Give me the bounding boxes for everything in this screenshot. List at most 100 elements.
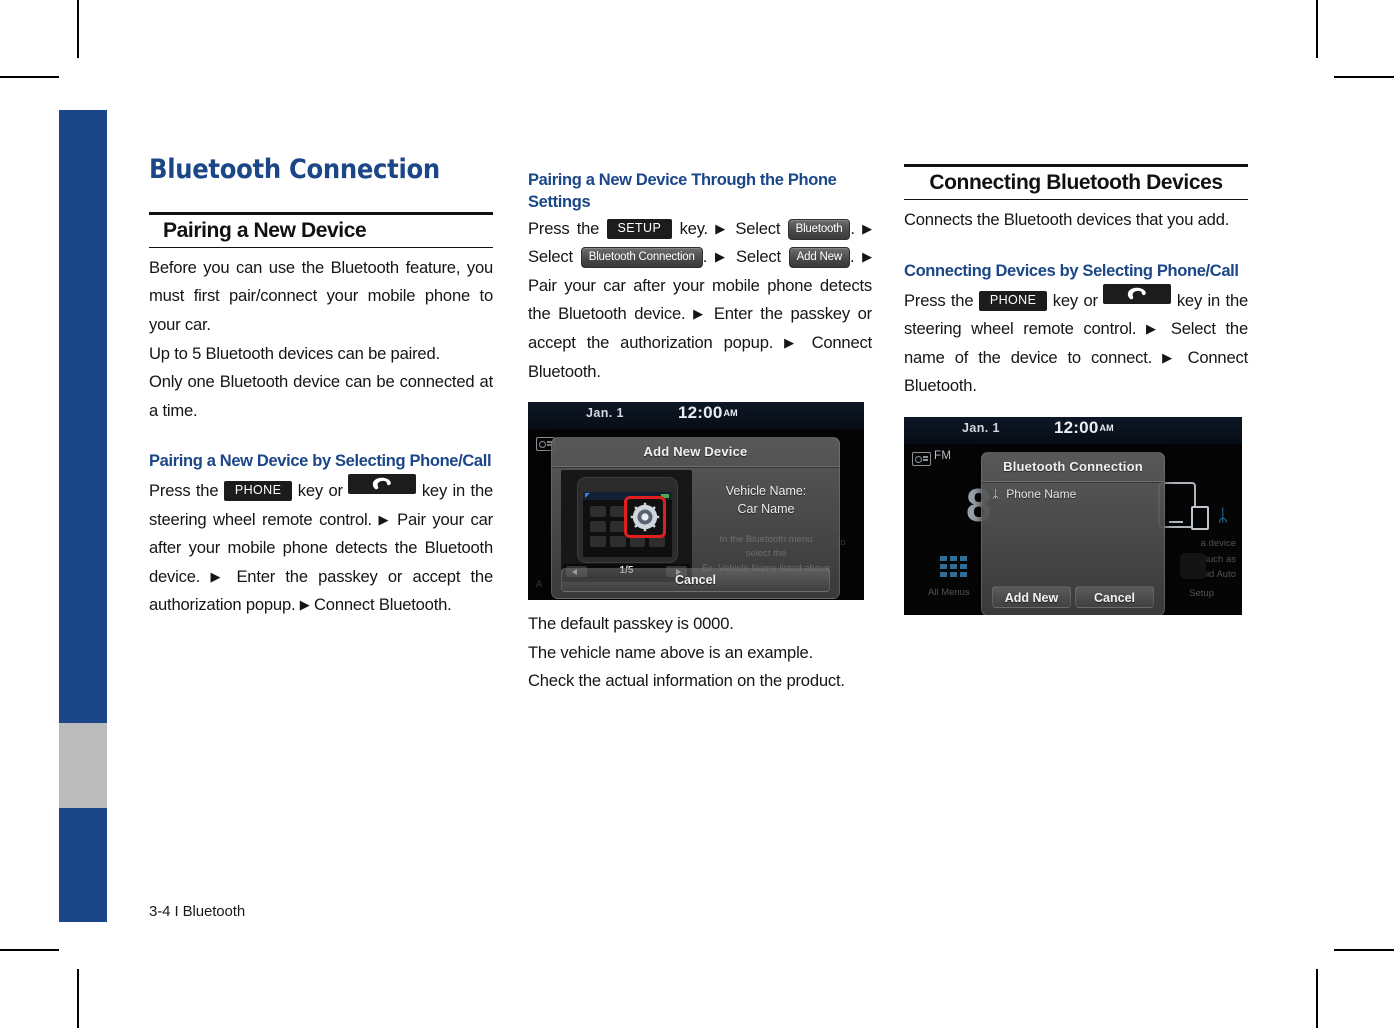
text-step-4: Connect Bluetooth. — [309, 595, 452, 615]
menu-dot — [940, 571, 947, 577]
paragraph-connecting-steps: Press the PHONE key or key in the steeri… — [904, 283, 1248, 401]
all-menus-icon[interactable] — [940, 555, 967, 577]
dialog-add-new-button[interactable]: Add New — [992, 585, 1071, 608]
phone-preview-panel: 1/5 — [561, 470, 692, 583]
step-arrow-2: ▶ — [210, 568, 227, 584]
phone-key-badge[interactable]: PHONE — [978, 290, 1048, 311]
step-arrow-1: ▶ — [1146, 321, 1162, 337]
text-dot-2: . — [702, 247, 715, 267]
text-dot-3: . — [849, 247, 863, 267]
setup-gear-icon[interactable] — [1180, 552, 1206, 579]
paired-device-name: Phone Name — [1006, 486, 1077, 501]
screenshot-time-value: 12:00 — [678, 403, 723, 423]
step-arrow-3: ▶ — [714, 249, 729, 265]
paragraph-pairing-steps: Press the PHONE key or key in the steeri… — [149, 474, 493, 620]
radio-icon — [912, 451, 931, 466]
step-arrow-5: ▶ — [693, 306, 707, 322]
text-press-the: Press the — [904, 290, 979, 310]
bluetooth-icon: ᛦ — [992, 486, 1000, 501]
text-press-the: Press the — [149, 481, 224, 501]
phone-handset-icon[interactable] — [1103, 283, 1172, 304]
app-icon — [609, 536, 626, 548]
menu-dot — [950, 555, 957, 561]
section-header-connecting-bluetooth-devices: Connecting Bluetooth Devices — [904, 164, 1248, 201]
dialog-title: Add New Device — [643, 444, 748, 460]
screenshot-time: 12:00AM — [1054, 418, 1114, 438]
phone-key-badge[interactable]: PHONE — [223, 481, 293, 502]
manual-page: Bluetooth Connection Pairing a New Devic… — [0, 0, 1394, 1028]
bluetooth-menu-badge[interactable]: Bluetooth — [787, 218, 851, 240]
menu-dot — [950, 563, 957, 569]
dialog-hint-line-2: select the — [745, 548, 787, 560]
column-two: Pairing a New Device Through the Phone S… — [528, 170, 872, 696]
menu-dot — [960, 563, 967, 569]
screenshot-time: 12:00AM — [678, 403, 738, 423]
text-key-or: key or — [292, 481, 349, 501]
dialog-cancel-button[interactable]: Cancel — [1075, 585, 1154, 608]
all-menus-label: All Menus — [928, 586, 970, 598]
phone-handset-icon[interactable] — [348, 474, 417, 495]
step-arrow-6: ▶ — [784, 335, 801, 350]
app-icon — [590, 521, 606, 533]
dialog-button-row: Add New Cancel — [990, 585, 1156, 608]
bluetooth-connection-dialog: Bluetooth Connection ᛦ Phone Name Add New… — [981, 451, 1165, 615]
app-icon — [590, 506, 606, 518]
add-new-menu-badge[interactable]: Add New — [788, 247, 850, 269]
paragraph-intro-1: Before you can use the Bluetooth feature… — [149, 257, 493, 334]
text-select-1: Select — [728, 218, 788, 238]
note-check-product: Check the actual information on the prod… — [528, 671, 845, 691]
step-arrow-1: ▶ — [378, 511, 391, 527]
text-dot-1: . — [850, 218, 863, 238]
section-header-label: Pairing a New Device — [163, 218, 367, 242]
setup-key-badge[interactable]: SETUP — [606, 218, 673, 239]
dialog-cancel-button[interactable]: Cancel — [561, 568, 830, 593]
paragraph-connecting-intro: Connects the Bluetooth devices that you … — [904, 210, 1230, 230]
menu-dot — [940, 563, 947, 569]
signal-icon — [585, 493, 590, 499]
dialog-hint-line-1: In the Bluetooth menu — [719, 534, 813, 546]
menu-dot — [960, 571, 967, 577]
bluetooth-icon: ᛦ — [1217, 505, 1228, 525]
settings-gear-highlight — [624, 496, 666, 539]
text-key-select: key. — [672, 218, 716, 238]
text-select-3: Select — [728, 247, 789, 267]
paragraph-phone-settings-steps: Press the SETUP key. ▶ Select Bluetooth.… — [528, 215, 872, 386]
screenshot-time-ampm: AM — [723, 408, 738, 419]
column-one: Bluetooth Connection Pairing a New Devic… — [149, 155, 493, 620]
screenshot-body: s uto A Add New Device — [528, 429, 864, 601]
dialog-title: Bluetooth Connection — [1003, 458, 1143, 474]
note-vehicle-name-example: The vehicle name above is an example. — [528, 642, 814, 662]
dialog-title-separator — [982, 480, 1164, 482]
column-three: Connecting Bluetooth Devices Connects th… — [904, 164, 1248, 615]
text-press-the: Press the — [528, 218, 607, 238]
app-icon — [590, 536, 606, 548]
bluetooth-connection-menu-badge[interactable]: Bluetooth Connection — [580, 247, 703, 269]
step-arrow-2: ▶ — [862, 220, 872, 236]
paragraph-intro-3: Only one Bluetooth device can be connect… — [149, 372, 493, 420]
page-footer: 3-4 I Bluetooth — [149, 903, 246, 920]
subheading-pairing-through-phone-settings: Pairing a New Device Through the Phone S… — [528, 171, 837, 211]
screenshot-body: FM 8 ᛦ a device es such as Android Auto … — [904, 443, 1242, 615]
menu-dot — [960, 555, 967, 561]
step-arrow-2: ▶ — [1162, 349, 1178, 365]
page-title: Bluetooth Connection — [149, 154, 440, 185]
step-arrow-1: ▶ — [715, 220, 729, 236]
menu-dot — [950, 571, 957, 577]
text-select-2: Select — [528, 247, 581, 267]
vehicle-name-block: Vehicle Name: Car Name — [702, 482, 830, 518]
subheading-pairing-by-phone-call: Pairing a New Device by Selecting Phone/… — [149, 452, 492, 471]
setup-label: Setup — [1189, 587, 1214, 599]
section-header-label: Connecting Bluetooth Devices — [929, 171, 1223, 194]
fm-band-label: FM — [934, 449, 952, 462]
mini-phone-icon — [1191, 505, 1209, 530]
note-default-passkey: The default passkey is 0000. — [528, 614, 734, 634]
menu-dot — [940, 555, 947, 561]
paired-device-list-item[interactable]: ᛦ Phone Name — [992, 487, 1154, 501]
step-arrow-4: ▶ — [862, 249, 872, 265]
step-arrow-3: ▶ — [299, 597, 310, 613]
paragraph-intro-2: Up to 5 Bluetooth devices can be paired. — [149, 343, 440, 363]
screenshot-time-value: 12:00 — [1054, 417, 1099, 437]
subheading-connecting-by-phone-call: Connecting Devices by Selecting Phone/Ca… — [904, 261, 1239, 280]
screenshot-date: Jan. 1 — [962, 420, 1000, 435]
dialog-cancel-label: Cancel — [675, 573, 716, 588]
